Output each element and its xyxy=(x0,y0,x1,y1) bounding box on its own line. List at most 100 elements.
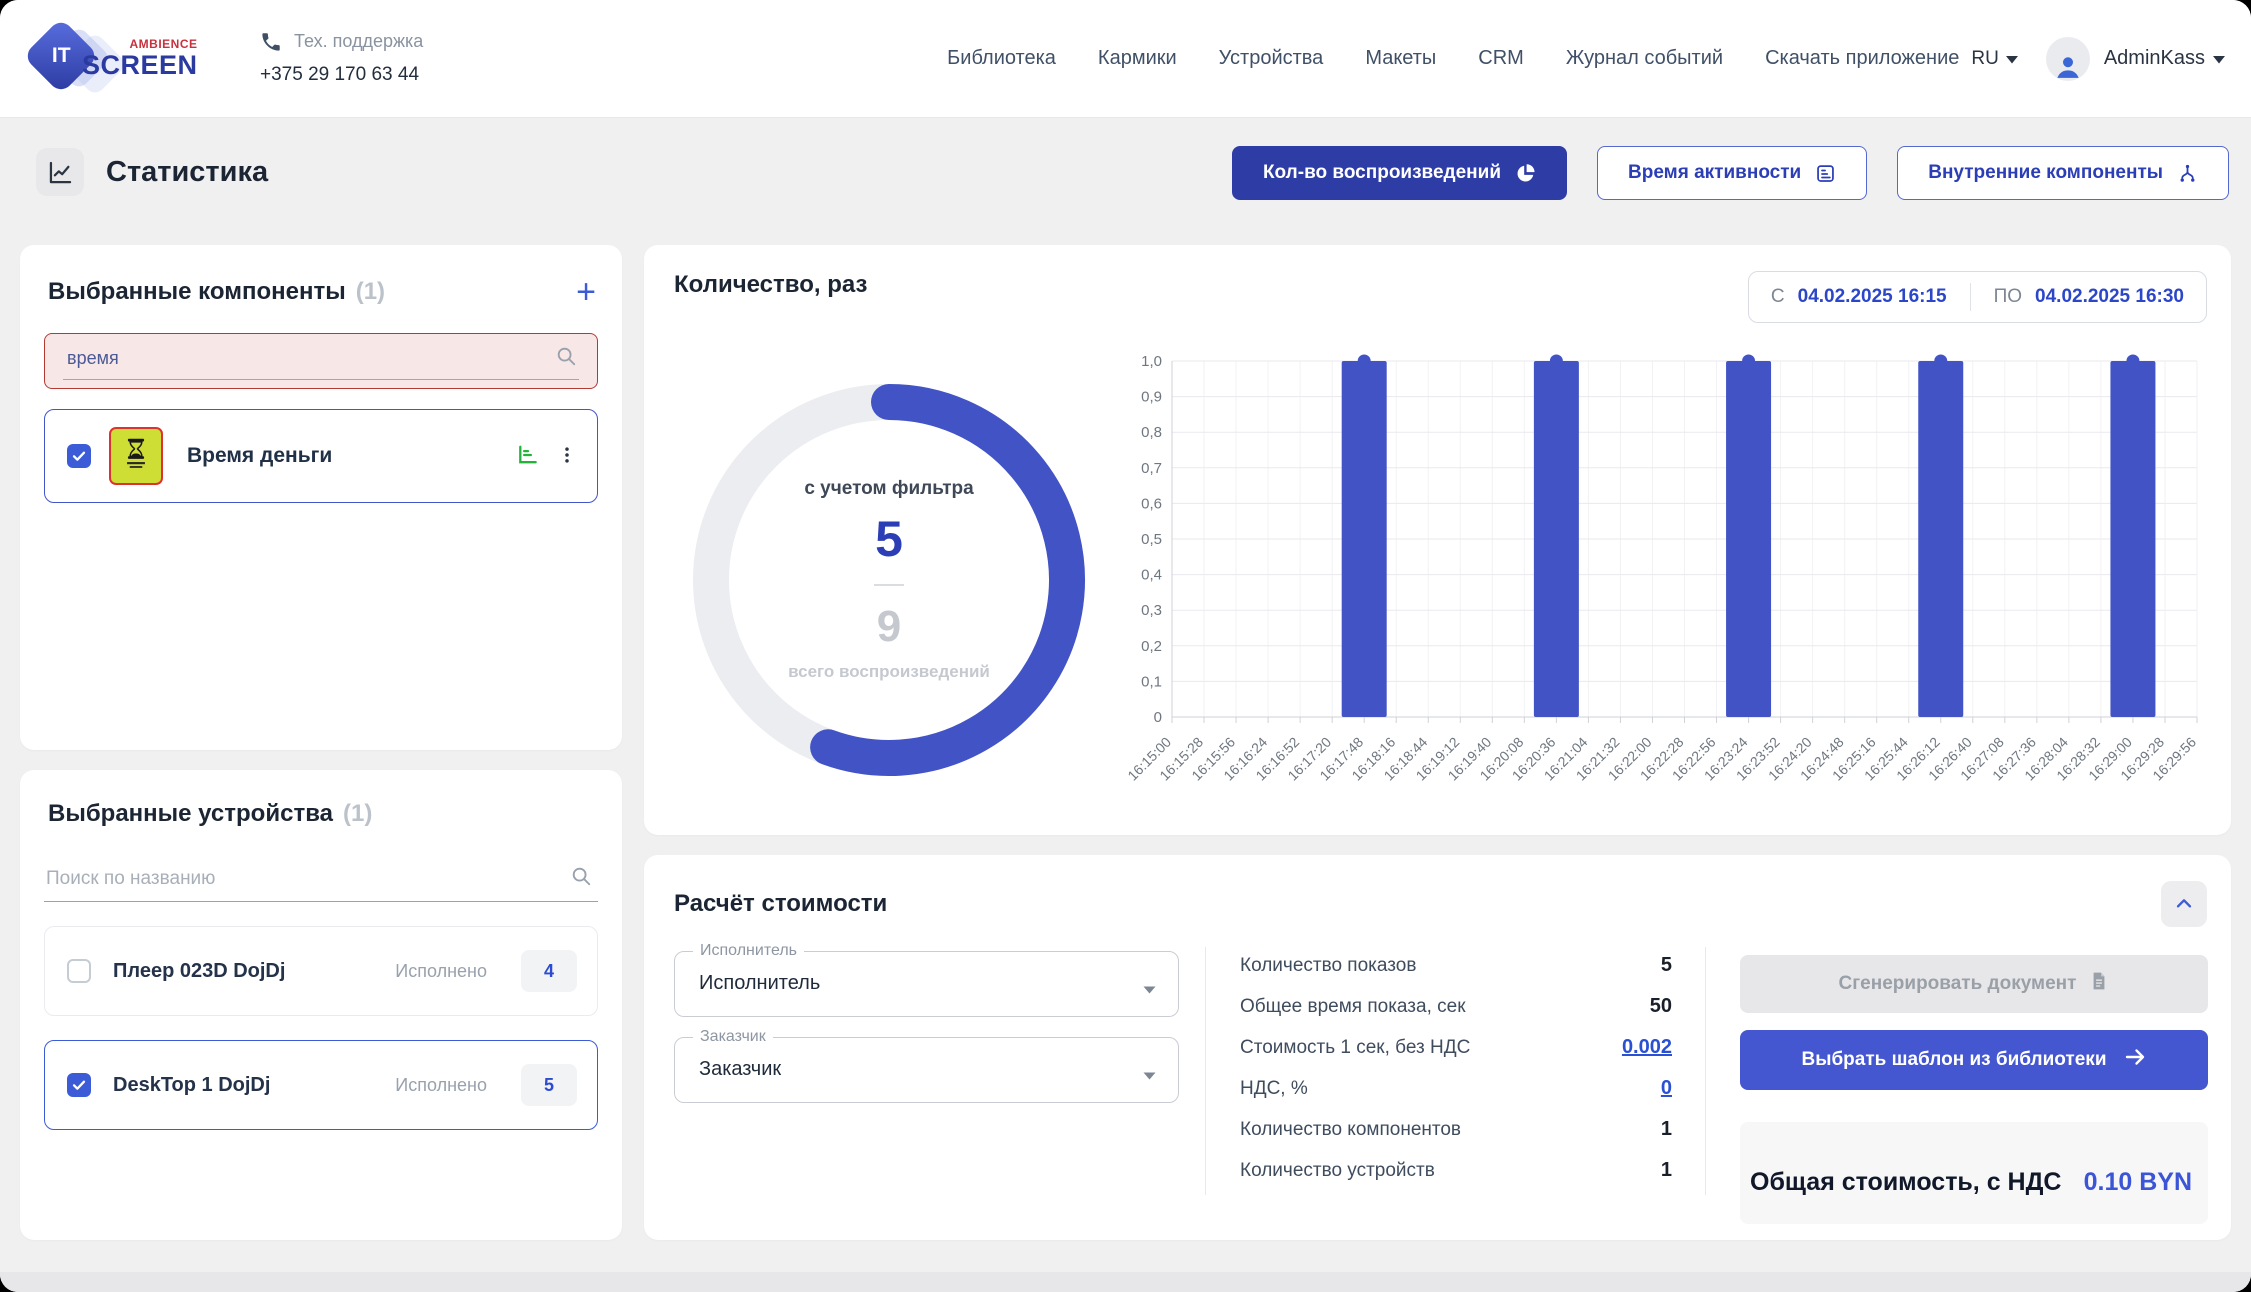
date-to-value[interactable]: 04.02.2025 16:30 xyxy=(2035,286,2184,308)
date-from-value[interactable]: 04.02.2025 16:15 xyxy=(1798,286,1947,308)
activity-chart-icon xyxy=(1815,163,1836,184)
nav-item-2[interactable]: Кармики xyxy=(1098,47,1177,70)
statistics-icon xyxy=(36,148,84,196)
component-checkbox[interactable] xyxy=(67,444,91,468)
device-name: DeskTop 1 DojDj xyxy=(113,1074,377,1097)
generate-document-label: Сгенерировать документ xyxy=(1839,973,2077,995)
user-menu[interactable]: AdminKass xyxy=(2104,47,2225,70)
cost-selects: Исполнитель Исполнитель Заказчик Заказчи… xyxy=(674,951,1179,1103)
main-nav: Библиотека Кармики Устройства Макеты CRM Журн… xyxy=(947,47,1959,70)
bar-chart: 00,10,20,30,40,50,60,70,80,91,016:15:001… xyxy=(1114,345,2211,830)
tech-support-block: Тех. поддержка +375 29 170 63 44 xyxy=(260,31,423,86)
hourglass-icon xyxy=(121,437,151,476)
logo-text: AMBIENCE SCREEN xyxy=(82,37,198,79)
cost-actions: Сгенерировать документ Выбрать шаблон из… xyxy=(1740,955,2208,1224)
cost-stat-label: Количество устройств xyxy=(1240,1160,1435,1182)
donut-total-value: 9 xyxy=(877,602,901,652)
choose-template-button[interactable]: Выбрать шаблон из библиотеки xyxy=(1740,1030,2208,1090)
device-checkbox[interactable] xyxy=(67,1073,91,1097)
customer-select-value: Заказчик xyxy=(675,1038,1178,1101)
cost-stat-row: Количество устройств 1 xyxy=(1240,1150,1672,1191)
cost-stat-row: Количество компонентов1 xyxy=(1240,1109,1672,1150)
component-stats-button[interactable] xyxy=(516,443,539,469)
chevron-up-icon xyxy=(2173,893,2195,915)
components-search-field[interactable] xyxy=(44,333,598,389)
total-cost-panel: Общая стоимость, с НДС 0.10 BYN xyxy=(1740,1122,2208,1224)
customer-select[interactable]: Заказчик Заказчик xyxy=(674,1037,1179,1103)
svg-text:1,0: 1,0 xyxy=(1141,353,1162,370)
cost-stat-row: Стоимость 1 сек, без НДС 0.002 xyxy=(1240,1027,1672,1068)
devices-search-field[interactable] xyxy=(44,856,598,902)
logo-screen-text: SCREEN xyxy=(82,51,198,79)
cost-stat-value: 1 xyxy=(1661,1118,1672,1141)
svg-text:0,1: 0,1 xyxy=(1141,673,1162,690)
component-item[interactable]: Время деньги xyxy=(44,409,598,503)
cost-stat-row: Общее время показа, сек50 xyxy=(1240,986,1672,1027)
cost-title: Расчёт стоимости xyxy=(674,890,887,918)
cost-stat-value: 1 xyxy=(1661,1159,1672,1182)
divider xyxy=(1705,947,1706,1195)
avatar[interactable] xyxy=(2046,37,2090,81)
view-button-1[interactable]: Кол-во воспроизведений xyxy=(1232,146,1567,200)
top-header: IT AMBIENCE SCREEN Тех. поддержка +375 2… xyxy=(0,0,2251,118)
person-icon xyxy=(2053,51,2083,81)
quantity-title: Количество, раз xyxy=(674,271,867,299)
svg-text:0,2: 0,2 xyxy=(1141,638,1162,655)
svg-text:0,6: 0,6 xyxy=(1141,495,1162,512)
caret-down-icon xyxy=(1143,981,1156,999)
chevron-down-icon xyxy=(2006,48,2018,70)
components-search-input[interactable] xyxy=(67,348,555,369)
logo-ambience-text: AMBIENCE xyxy=(130,37,198,51)
cost-stat-label: Общее время показа, сек xyxy=(1240,996,1466,1018)
nav-item-4[interactable]: Макеты xyxy=(1365,47,1436,70)
app-logo[interactable]: IT AMBIENCE SCREEN xyxy=(30,23,202,95)
cost-stat-value[interactable]: 0.002 xyxy=(1622,1036,1672,1059)
component-menu-button[interactable] xyxy=(557,445,577,468)
collapse-button[interactable] xyxy=(2161,881,2207,927)
view-button-2[interactable]: Время активности xyxy=(1597,146,1867,200)
bottom-strip xyxy=(0,1272,2251,1292)
components-count: (1) xyxy=(356,278,385,306)
support-label: Тех. поддержка xyxy=(294,31,423,58)
devices-search-input[interactable] xyxy=(46,868,570,890)
cost-stat-value: 5 xyxy=(1661,954,1672,977)
svg-text:0,3: 0,3 xyxy=(1141,602,1162,619)
svg-text:0,7: 0,7 xyxy=(1141,460,1162,477)
donut-chart: с учетом фильтра 5 9 всего воспроизведен… xyxy=(672,363,1106,797)
quantity-panel: Количество, раз С 04.02.2025 16:15 ПО 04… xyxy=(644,245,2231,835)
date-range-picker[interactable]: С 04.02.2025 16:15 ПО 04.02.2025 16:30 xyxy=(1748,271,2207,323)
cost-stat-label: Стоимость 1 сек, без НДС xyxy=(1240,1037,1470,1059)
nav-item-7[interactable]: Скачать приложение xyxy=(1765,47,1959,70)
language-switcher[interactable]: RU xyxy=(1971,48,2017,70)
generate-document-button[interactable]: Сгенерировать документ xyxy=(1740,955,2208,1013)
page-content: Статистика Кол-во воспроизведенийВремя а… xyxy=(0,118,2251,1292)
language-label: RU xyxy=(1971,48,1998,70)
device-item[interactable]: Плеер 023D DojDjИсполнено4 xyxy=(44,926,598,1016)
chevron-down-icon xyxy=(2213,47,2225,70)
nav-item-6[interactable]: Журнал событий xyxy=(1566,47,1723,70)
devices-count: (1) xyxy=(343,800,372,828)
cost-stat-value[interactable]: 0 xyxy=(1661,1077,1672,1100)
nav-item-5[interactable]: CRM xyxy=(1478,47,1524,70)
executed-label: Исполнено xyxy=(395,961,487,982)
view-button-3[interactable]: Внутренние компоненты xyxy=(1897,146,2229,200)
device-item[interactable]: DeskTop 1 DojDjИсполнено5 xyxy=(44,1040,598,1130)
performer-select-value: Исполнитель xyxy=(675,952,1178,1015)
total-cost-value: 0.10 BYN xyxy=(2084,1168,2192,1197)
arrow-right-icon xyxy=(2123,1045,2147,1075)
component-name: Время деньги xyxy=(187,444,498,468)
executed-label: Исполнено xyxy=(395,1075,487,1096)
devices-list: Плеер 023D DojDjИсполнено4DeskTop 1 DojD… xyxy=(20,926,622,1130)
support-phone: +375 29 170 63 44 xyxy=(260,64,423,86)
add-component-button[interactable]: + xyxy=(576,275,596,309)
device-checkbox[interactable] xyxy=(67,959,91,983)
devices-panel-head: Выбранные устройства (1) xyxy=(20,770,622,828)
performer-select[interactable]: Исполнитель Исполнитель xyxy=(674,951,1179,1017)
nav-item-1[interactable]: Библиотека xyxy=(947,47,1056,70)
executed-count-badge: 4 xyxy=(521,950,577,992)
donut-filtered-value: 5 xyxy=(875,510,903,568)
quantity-panel-head: Количество, раз С 04.02.2025 16:15 ПО 04… xyxy=(644,245,2231,323)
document-icon xyxy=(2089,971,2109,997)
green-chart-icon xyxy=(516,443,539,469)
nav-item-3[interactable]: Устройства xyxy=(1219,47,1324,70)
